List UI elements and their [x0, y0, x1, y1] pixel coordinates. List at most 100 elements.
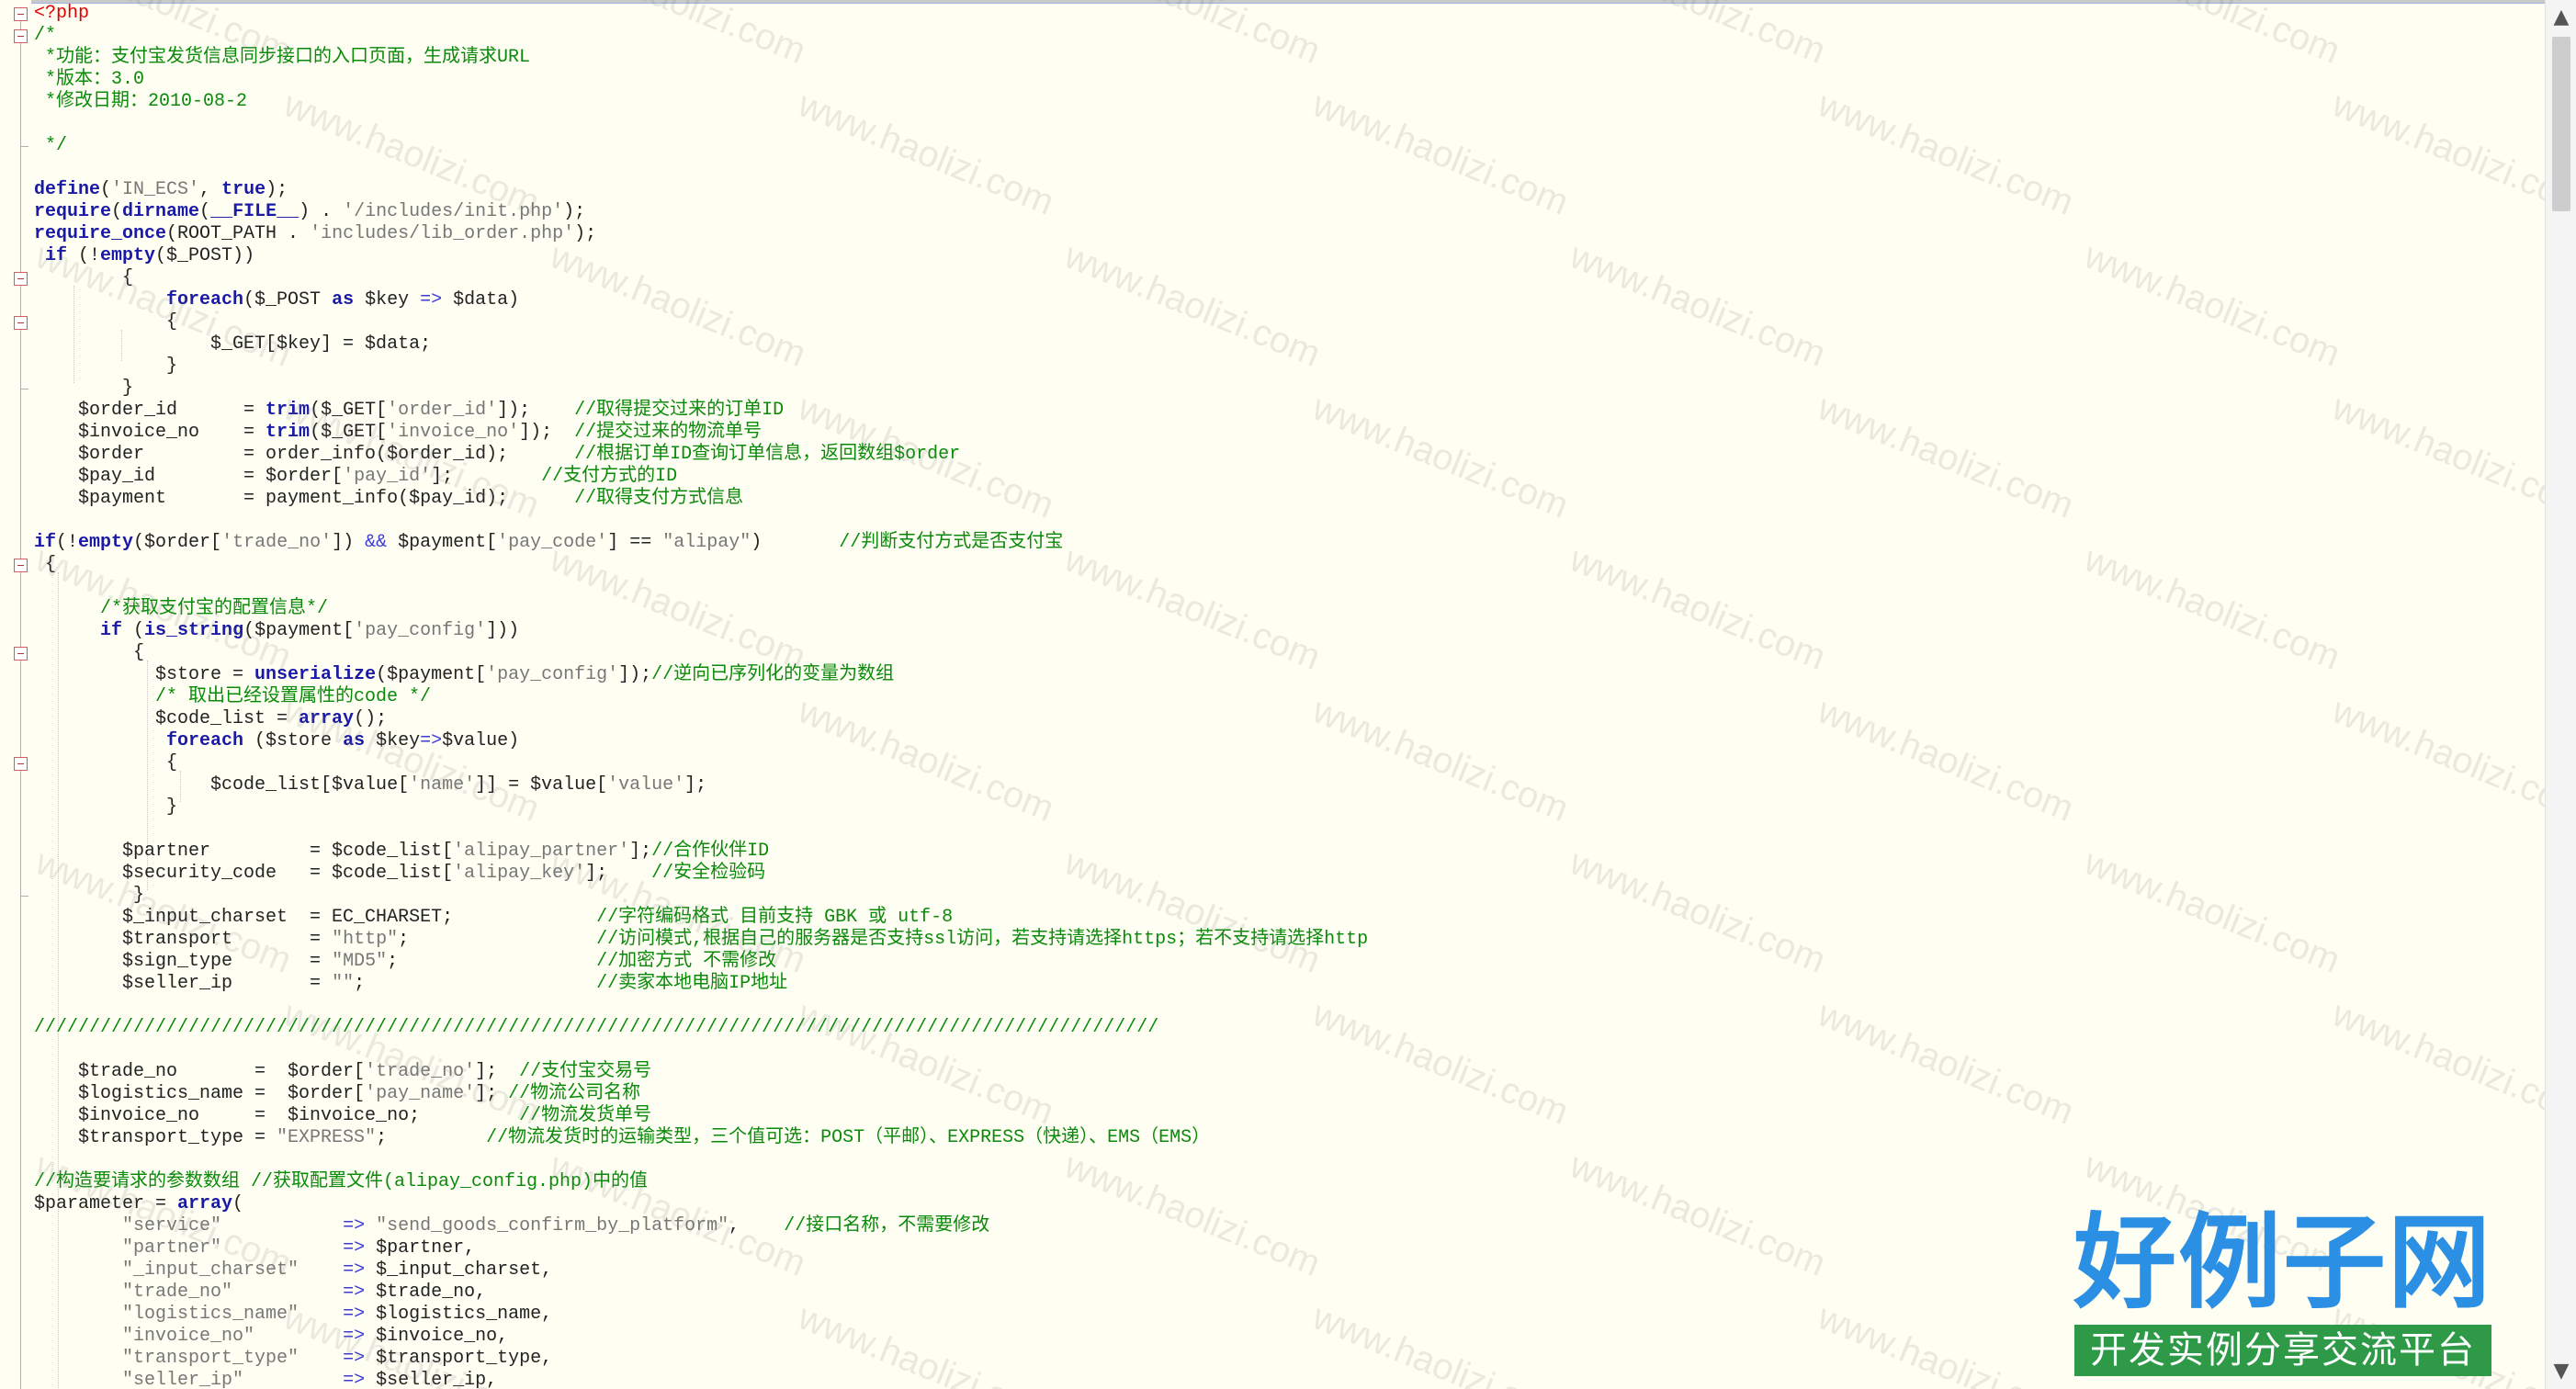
- code-line[interactable]: [34, 510, 1368, 532]
- code-line[interactable]: $store = unserialize($payment['pay_confi…: [34, 664, 1368, 686]
- code-line[interactable]: require_once(ROOT_PATH . 'includes/lib_o…: [34, 223, 1368, 245]
- fold-toggle-icon[interactable]: [14, 272, 28, 286]
- code-line[interactable]: $_GET[$key] = $data;: [34, 333, 1368, 356]
- code-line[interactable]: {: [34, 752, 1368, 774]
- code-editor[interactable]: <?php/* *功能：支付宝发货信息同步接口的入口页面，生成请求URL *版本…: [0, 0, 2576, 1389]
- code-line[interactable]: //构造要请求的参数数组 //获取配置文件(alipay_config.php)…: [34, 1171, 1368, 1193]
- fold-toggle-icon[interactable]: [14, 29, 28, 43]
- code-token: //安全检验码: [651, 863, 766, 884]
- fold-toggle-icon[interactable]: [14, 757, 28, 771]
- code-line[interactable]: if (is_string($payment['pay_config'])): [34, 620, 1368, 642]
- fold-toggle-icon[interactable]: [14, 316, 28, 330]
- code-text[interactable]: <?php/* *功能：支付宝发货信息同步接口的入口页面，生成请求URL *版本…: [34, 3, 1368, 1389]
- code-token: $sign_type =: [34, 951, 333, 972]
- code-line[interactable]: $seller_ip = ""; //卖家本地电脑IP地址: [34, 973, 1368, 995]
- code-line[interactable]: [34, 576, 1368, 598]
- code-line[interactable]: $transport_type = "EXPRESS"; //物流发货时的运输类…: [34, 1127, 1368, 1149]
- code-line[interactable]: $_input_charset = EC_CHARSET; //字符编码格式 目…: [34, 907, 1368, 929]
- code-line[interactable]: */: [34, 135, 1368, 157]
- code-line[interactable]: $pay_id = $order['pay_id']; //支付方式的ID: [34, 466, 1368, 488]
- code-line[interactable]: "invoice_no" => $invoice_no,: [34, 1326, 1368, 1348]
- scroll-thumb[interactable]: [2552, 37, 2570, 211]
- code-line[interactable]: "service" => "send_goods_confirm_by_plat…: [34, 1215, 1368, 1237]
- code-line[interactable]: {: [34, 311, 1368, 333]
- code-line[interactable]: /*: [34, 25, 1368, 47]
- code-line[interactable]: "partner" => $partner,: [34, 1237, 1368, 1259]
- code-line[interactable]: if (!empty($_POST)): [34, 245, 1368, 267]
- code-line[interactable]: $payment = payment_info($pay_id); //取得支付…: [34, 488, 1368, 510]
- code-line[interactable]: [34, 819, 1368, 841]
- code-line[interactable]: $security_code = $code_list['alipay_key'…: [34, 863, 1368, 885]
- code-line[interactable]: $transport = "http"; //访问模式,根据自己的服务器是否支持…: [34, 929, 1368, 951]
- code-line[interactable]: {: [34, 554, 1368, 576]
- fold-toggle-icon[interactable]: [14, 647, 28, 661]
- code-line[interactable]: [34, 995, 1368, 1017]
- code-line[interactable]: [34, 1149, 1368, 1171]
- code-line[interactable]: <?php: [34, 3, 1368, 25]
- code-line[interactable]: $order_id = trim($_GET['order_id']); //取…: [34, 400, 1368, 422]
- code-token: &&: [365, 532, 388, 553]
- scroll-down-arrow-icon[interactable]: ▼: [2546, 1356, 2576, 1387]
- code-line[interactable]: *修改日期：2010-08-2: [34, 91, 1368, 113]
- code-line[interactable]: "seller_ip" => $seller_ip,: [34, 1370, 1368, 1389]
- code-line[interactable]: {: [34, 267, 1368, 289]
- code-line[interactable]: $invoice_no = trim($_GET['invoice_no']);…: [34, 422, 1368, 444]
- code-line[interactable]: $trade_no = $order['trade_no']; //支付宝交易号: [34, 1061, 1368, 1083]
- code-line[interactable]: "_input_charset" => $_input_charset,: [34, 1259, 1368, 1282]
- code-token: 'invoice_no': [387, 422, 520, 443]
- code-token: //访问模式,根据自己的服务器是否支持ssl访问，若支持请选择https；若不支…: [596, 929, 1369, 950]
- code-line[interactable]: }: [34, 885, 1368, 907]
- code-line[interactable]: $sign_type = "MD5"; //加密方式 不需修改: [34, 951, 1368, 973]
- code-line[interactable]: define('IN_ECS', true);: [34, 179, 1368, 201]
- scroll-up-arrow-icon[interactable]: ▲: [2546, 2, 2576, 33]
- code-token: //物流公司名称: [508, 1083, 641, 1104]
- code-line[interactable]: /*获取支付宝的配置信息*/: [34, 598, 1368, 620]
- code-token: 'alipay_partner': [453, 841, 630, 862]
- code-line[interactable]: [34, 1039, 1368, 1061]
- code-token: (!: [67, 245, 101, 266]
- code-line[interactable]: $partner = $code_list['alipay_partner'];…: [34, 841, 1368, 863]
- code-line[interactable]: }: [34, 356, 1368, 378]
- code-token: foreach: [166, 730, 244, 751]
- code-line[interactable]: {: [34, 642, 1368, 664]
- code-line[interactable]: *版本：3.0: [34, 69, 1368, 91]
- fold-toggle-icon[interactable]: [14, 559, 28, 572]
- code-token: */: [34, 135, 68, 156]
- code-line[interactable]: }: [34, 378, 1368, 400]
- code-line[interactable]: "transport_type" => $transport_type,: [34, 1348, 1368, 1370]
- code-line[interactable]: "logistics_name" => $logistics_name,: [34, 1304, 1368, 1326]
- code-line[interactable]: }: [34, 796, 1368, 819]
- code-line[interactable]: if(!empty($order['trade_no']) && $paymen…: [34, 532, 1368, 554]
- code-token: $invoice_no,: [365, 1326, 509, 1347]
- code-line[interactable]: /* 取出已经设置属性的code */: [34, 686, 1368, 708]
- code-token: $logistics_name,: [365, 1304, 553, 1325]
- code-token: $invoice_no = $invoice_no;: [34, 1105, 520, 1126]
- code-token: require: [34, 201, 112, 222]
- code-token: //支付宝交易号: [519, 1061, 652, 1082]
- code-line[interactable]: $parameter = array(: [34, 1193, 1368, 1215]
- code-line[interactable]: [34, 113, 1368, 135]
- code-line[interactable]: $code_list[$value['name']] = $value['val…: [34, 774, 1368, 796]
- code-line[interactable]: "trade_no" => $trade_no,: [34, 1282, 1368, 1304]
- code-token: (: [111, 201, 123, 222]
- code-line[interactable]: [34, 157, 1368, 179]
- code-line[interactable]: *功能：支付宝发货信息同步接口的入口页面，生成请求URL: [34, 47, 1368, 69]
- code-line[interactable]: foreach ($store as $key=>$value): [34, 730, 1368, 752]
- code-line[interactable]: $logistics_name = $order['pay_name']; //…: [34, 1083, 1368, 1105]
- fold-toggle-icon[interactable]: [14, 7, 28, 21]
- code-token: ]): [332, 532, 366, 553]
- code-line[interactable]: $order = order_info($order_id); //根据订单ID…: [34, 444, 1368, 466]
- vertical-scrollbar[interactable]: ▲ ▼: [2545, 0, 2576, 1389]
- code-line[interactable]: ////////////////////////////////////////…: [34, 1017, 1368, 1039]
- code-line[interactable]: $invoice_no = $invoice_no; //物流发货单号: [34, 1105, 1368, 1127]
- code-line[interactable]: $code_list = array();: [34, 708, 1368, 730]
- code-line[interactable]: require(dirname(__FILE__) . '/includes/i…: [34, 201, 1368, 223]
- code-token: define: [34, 179, 101, 200]
- code-line[interactable]: foreach($_POST as $key => $data): [34, 289, 1368, 311]
